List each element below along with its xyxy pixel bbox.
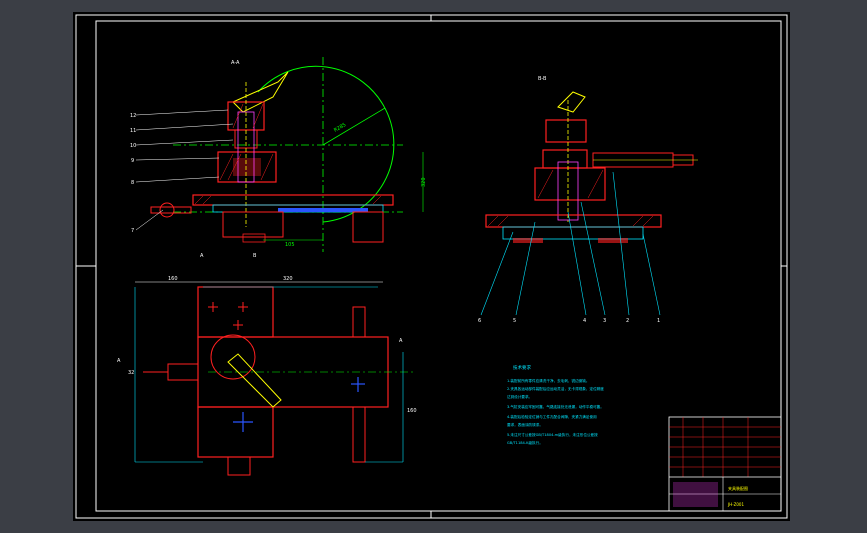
plan-left-dim: 32 <box>128 370 134 376</box>
callout-5: 5 <box>513 318 516 324</box>
outer-frame <box>75 14 788 519</box>
section-view-a: A-A R285 320 105 12 11 10 9 8 7 A B <box>130 57 427 259</box>
section-view-b: B-B 6 5 4 3 2 1 <box>478 76 698 324</box>
callout-8: 8 <box>131 180 134 186</box>
note-line-2: 2.夹具各运动部件装配后应运动灵活，无卡滞现象，定位精度 <box>507 386 604 391</box>
callout-6: 6 <box>478 318 481 324</box>
section-mark-a-left: A <box>117 358 121 364</box>
note-line-6: 要求，表面涂防锈漆。 <box>507 422 543 427</box>
callout-2: 2 <box>626 318 629 324</box>
note-line-4: 3.气缸安装应牢固可靠，气路连接处无泄漏，动作平稳可靠。 <box>507 404 604 409</box>
callout-4: 4 <box>583 318 586 324</box>
title-block-name: 夹具装配图 <box>728 485 748 491</box>
callout-1: 1 <box>657 318 660 324</box>
bottom-dim: 105 <box>285 242 295 248</box>
section-b-label: B-B <box>538 76 547 82</box>
note-line-1: 1.装配前所有零件应清洗干净，去毛刺，锐边倒钝。 <box>507 378 590 383</box>
note-line-7: 5.未注尺寸公差按GB/T1804-m级执行，未注形位公差按 <box>507 432 598 437</box>
mark-b-bottom: B <box>253 253 257 259</box>
title-block-code: JH-Z001 <box>727 502 744 507</box>
cad-drawing: A-A R285 320 105 12 11 10 9 8 7 A B B-B … <box>75 14 788 519</box>
drawing-sheet: A-A R285 320 105 12 11 10 9 8 7 A B B-B … <box>73 12 790 521</box>
notes-title: 技术要求 <box>513 364 531 371</box>
title-block: 夹具装配图 JH-Z001 <box>668 416 782 512</box>
callout-9: 9 <box>131 158 134 164</box>
height-dim: 320 <box>421 177 427 187</box>
section-mark-a-right: A <box>399 338 403 344</box>
section-a-label: A-A <box>231 60 240 66</box>
plan-right-dim: 160 <box>407 408 417 414</box>
plan-view: 160 320 32 160 A A <box>117 276 417 476</box>
plan-dim-a: 160 <box>168 276 178 282</box>
callout-12: 12 <box>130 113 136 119</box>
callout-10: 10 <box>130 143 136 149</box>
plan-dim-b: 320 <box>283 276 293 282</box>
callout-11: 11 <box>130 128 136 134</box>
inner-frame <box>95 20 782 512</box>
note-line-5: 4.装配后检验定位销与工件孔配合间隙，夹紧力满足使用 <box>507 414 597 419</box>
callout-7: 7 <box>131 228 134 234</box>
note-line-8: GB/T1184-K级执行。 <box>507 440 543 445</box>
callout-3: 3 <box>603 318 606 324</box>
mark-a-bottom: A <box>200 253 204 259</box>
note-line-3: 达到设计要求。 <box>507 394 532 399</box>
technical-notes: 技术要求 1.装配前所有零件应清洗干净，去毛刺，锐边倒钝。 2.夹具各运动部件装… <box>507 364 604 445</box>
